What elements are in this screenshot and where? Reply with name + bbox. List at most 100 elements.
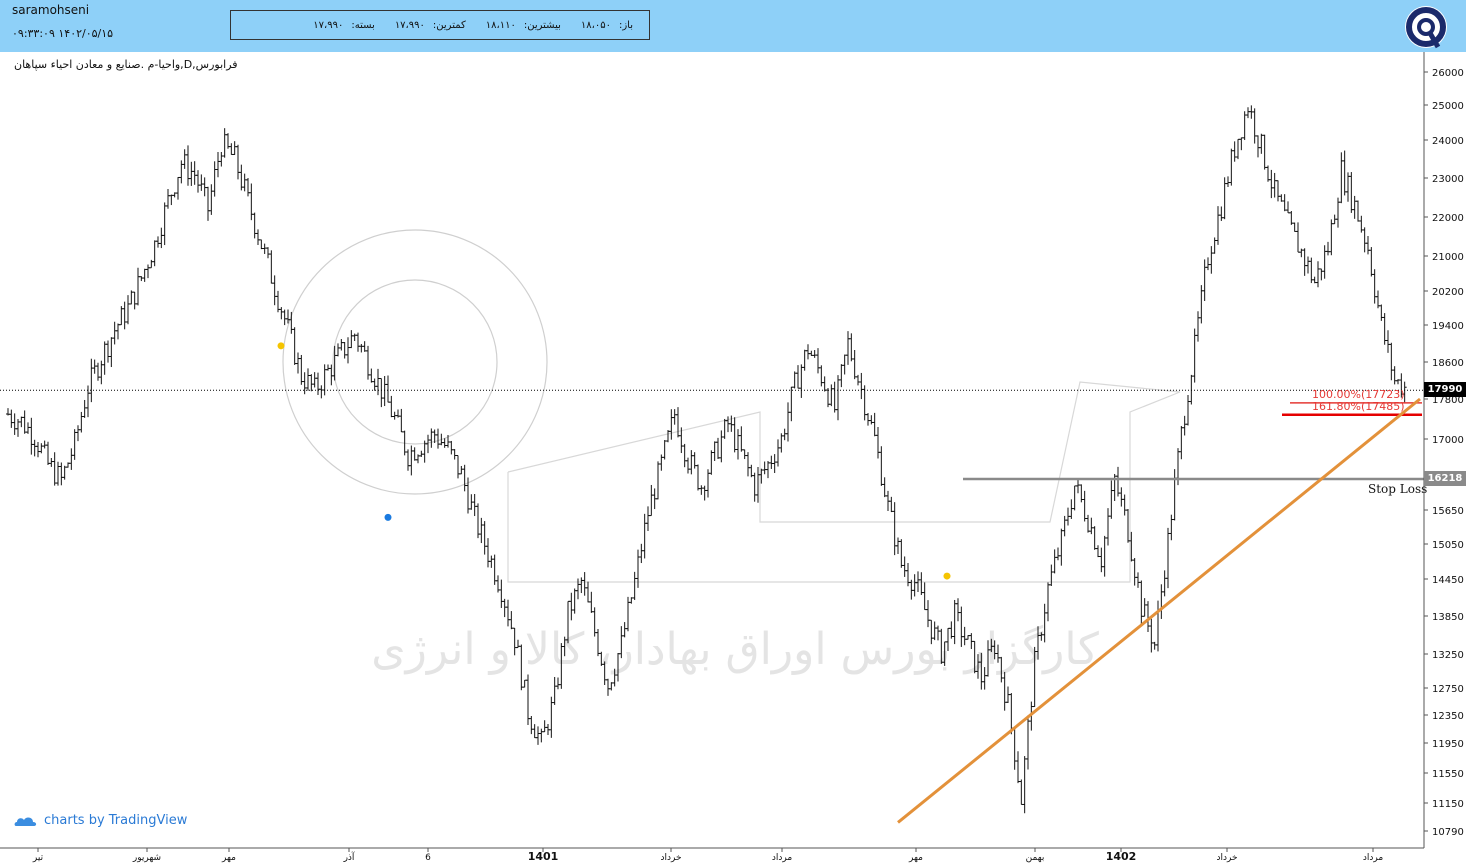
ohlc-bar bbox=[489, 555, 494, 568]
ohlc-bar bbox=[639, 543, 644, 564]
ohlc-bar bbox=[1002, 671, 1007, 711]
ohlc-open-label: باز: bbox=[618, 19, 633, 31]
ohlc-bar bbox=[486, 538, 490, 568]
ohlc-bar bbox=[89, 358, 94, 403]
price-chart[interactable]: کارگزار بورس اوراق بهادار، کالا و انرژی … bbox=[0, 52, 1466, 866]
tradingview-branding[interactable]: charts by TradingView bbox=[14, 813, 187, 828]
price-axis-label: 19400 bbox=[1432, 321, 1464, 332]
ohlc-bar bbox=[429, 428, 434, 448]
ohlc-bar bbox=[369, 368, 374, 383]
price-axis-label: 18600 bbox=[1432, 358, 1464, 369]
ohlc-bar bbox=[99, 360, 104, 385]
time-axis-label: مرداد bbox=[1363, 853, 1383, 863]
price-axis-label: 15650 bbox=[1432, 506, 1464, 517]
ohlc-bar bbox=[259, 239, 264, 250]
ohlc-bar bbox=[672, 409, 677, 425]
ohlc-bar bbox=[832, 381, 837, 413]
ohlc-bar bbox=[889, 496, 894, 513]
ohlc-bar bbox=[879, 446, 884, 486]
ohlc-bar bbox=[412, 447, 417, 461]
price-axis-label: 10790 bbox=[1432, 827, 1464, 838]
ohlc-bar bbox=[1019, 779, 1024, 805]
ohlc-bar bbox=[299, 354, 304, 385]
price-axis-label: 11950 bbox=[1432, 739, 1464, 750]
ohlc-bar bbox=[336, 343, 340, 357]
ohlc-bar bbox=[1329, 219, 1334, 256]
broker-logo-icon bbox=[1405, 6, 1447, 49]
time-axis-label: خرداد bbox=[1216, 853, 1237, 863]
ohlc-bar bbox=[1016, 751, 1020, 784]
ohlc-bar bbox=[92, 359, 97, 374]
ohlc-high-value: ۱۸،۱۱۰ bbox=[485, 19, 516, 31]
ohlc-bar bbox=[696, 464, 700, 491]
ohlc-bar bbox=[306, 368, 310, 391]
ohlc-bar bbox=[12, 413, 17, 435]
ohlc-bar bbox=[762, 461, 767, 475]
ohlc-bar bbox=[742, 449, 747, 460]
ohlc-bar bbox=[312, 372, 317, 388]
ohlc-bar bbox=[556, 677, 560, 690]
ohlc-bar bbox=[339, 339, 344, 351]
ohlc-bar bbox=[159, 227, 164, 249]
ohlc-bar bbox=[816, 348, 820, 374]
stop-loss-label: Stop Loss bbox=[1368, 482, 1428, 496]
ohlc-bar bbox=[716, 437, 720, 460]
ohlc-bar bbox=[732, 417, 737, 453]
time-axis: تیر شهریور مهر آذر 6 1401 خرداد مرداد مهر بهمن 140… bbox=[0, 847, 1424, 863]
ohlc-bar bbox=[866, 413, 870, 426]
ohlc-bar bbox=[1149, 618, 1154, 653]
ohlc-bar bbox=[349, 330, 354, 349]
time-axis-label: تیر bbox=[32, 853, 44, 863]
ohlc-bar bbox=[1026, 715, 1030, 770]
time-axis-label: آذر bbox=[343, 851, 355, 863]
ohlc-bar bbox=[266, 247, 270, 259]
price-axis-label: 14450 bbox=[1432, 575, 1464, 586]
time-axis-label: مهر bbox=[221, 853, 236, 863]
fib-label-161: 161.80%(17485) bbox=[1312, 400, 1405, 413]
ohlc-bar bbox=[1082, 490, 1087, 522]
ohlc-bar bbox=[166, 189, 170, 209]
ohlc-bar bbox=[506, 599, 510, 627]
ohlc-bar bbox=[1166, 527, 1170, 589]
ohlc-bar bbox=[872, 412, 877, 437]
ohlc-bar bbox=[236, 144, 240, 180]
price-axis-label: 12350 bbox=[1432, 711, 1464, 722]
ohlc-bar bbox=[842, 354, 847, 375]
ohlc-bar bbox=[296, 352, 300, 374]
ohlc-bar bbox=[896, 537, 900, 555]
ohlc-bar bbox=[552, 676, 557, 705]
ohlc-bar bbox=[346, 337, 350, 364]
fib-level-161: 161.80% bbox=[1312, 400, 1361, 413]
ohlc-bar bbox=[1122, 494, 1127, 516]
ohlc-close-value: ۱۷،۹۹۰ bbox=[313, 19, 344, 31]
ohlc-bar bbox=[116, 323, 120, 340]
watermark-letters bbox=[507, 381, 1181, 583]
ohlc-high: بیشترین: ۱۸،۱۱۰ bbox=[486, 20, 561, 31]
ohlc-bar bbox=[1116, 466, 1120, 497]
price-axis-label: 24000 bbox=[1432, 136, 1464, 147]
ohlc-bar bbox=[739, 426, 744, 452]
last-price-badge: 17990 bbox=[1424, 382, 1466, 398]
ohlc-bar bbox=[1262, 134, 1267, 170]
ohlc-bar bbox=[1062, 515, 1067, 537]
ohlc-bar bbox=[109, 337, 114, 368]
time-axis-label: 1401 bbox=[528, 850, 559, 863]
ohlc-bar bbox=[922, 582, 927, 611]
ohlc-bar bbox=[139, 276, 144, 282]
ohlc-bar bbox=[479, 517, 484, 544]
ohlc-bar bbox=[902, 556, 907, 577]
tradingview-cloud-icon bbox=[14, 817, 37, 826]
ohlc-bar bbox=[802, 349, 807, 371]
ohlc-bar bbox=[606, 678, 610, 696]
ohlc-bar bbox=[1196, 311, 1200, 342]
ohlc-bar bbox=[1072, 485, 1077, 511]
ohlc-bar bbox=[859, 372, 864, 400]
ohlc-bar bbox=[1216, 206, 1220, 245]
ohlc-bar bbox=[42, 440, 47, 449]
ohlc-bar bbox=[539, 728, 544, 743]
ohlc-bar bbox=[869, 415, 874, 425]
price-axis-label: 26000 bbox=[1432, 68, 1464, 79]
ohlc-bar bbox=[1369, 247, 1374, 277]
ohlc-bar bbox=[649, 484, 654, 517]
ohlc-bar bbox=[909, 579, 914, 600]
